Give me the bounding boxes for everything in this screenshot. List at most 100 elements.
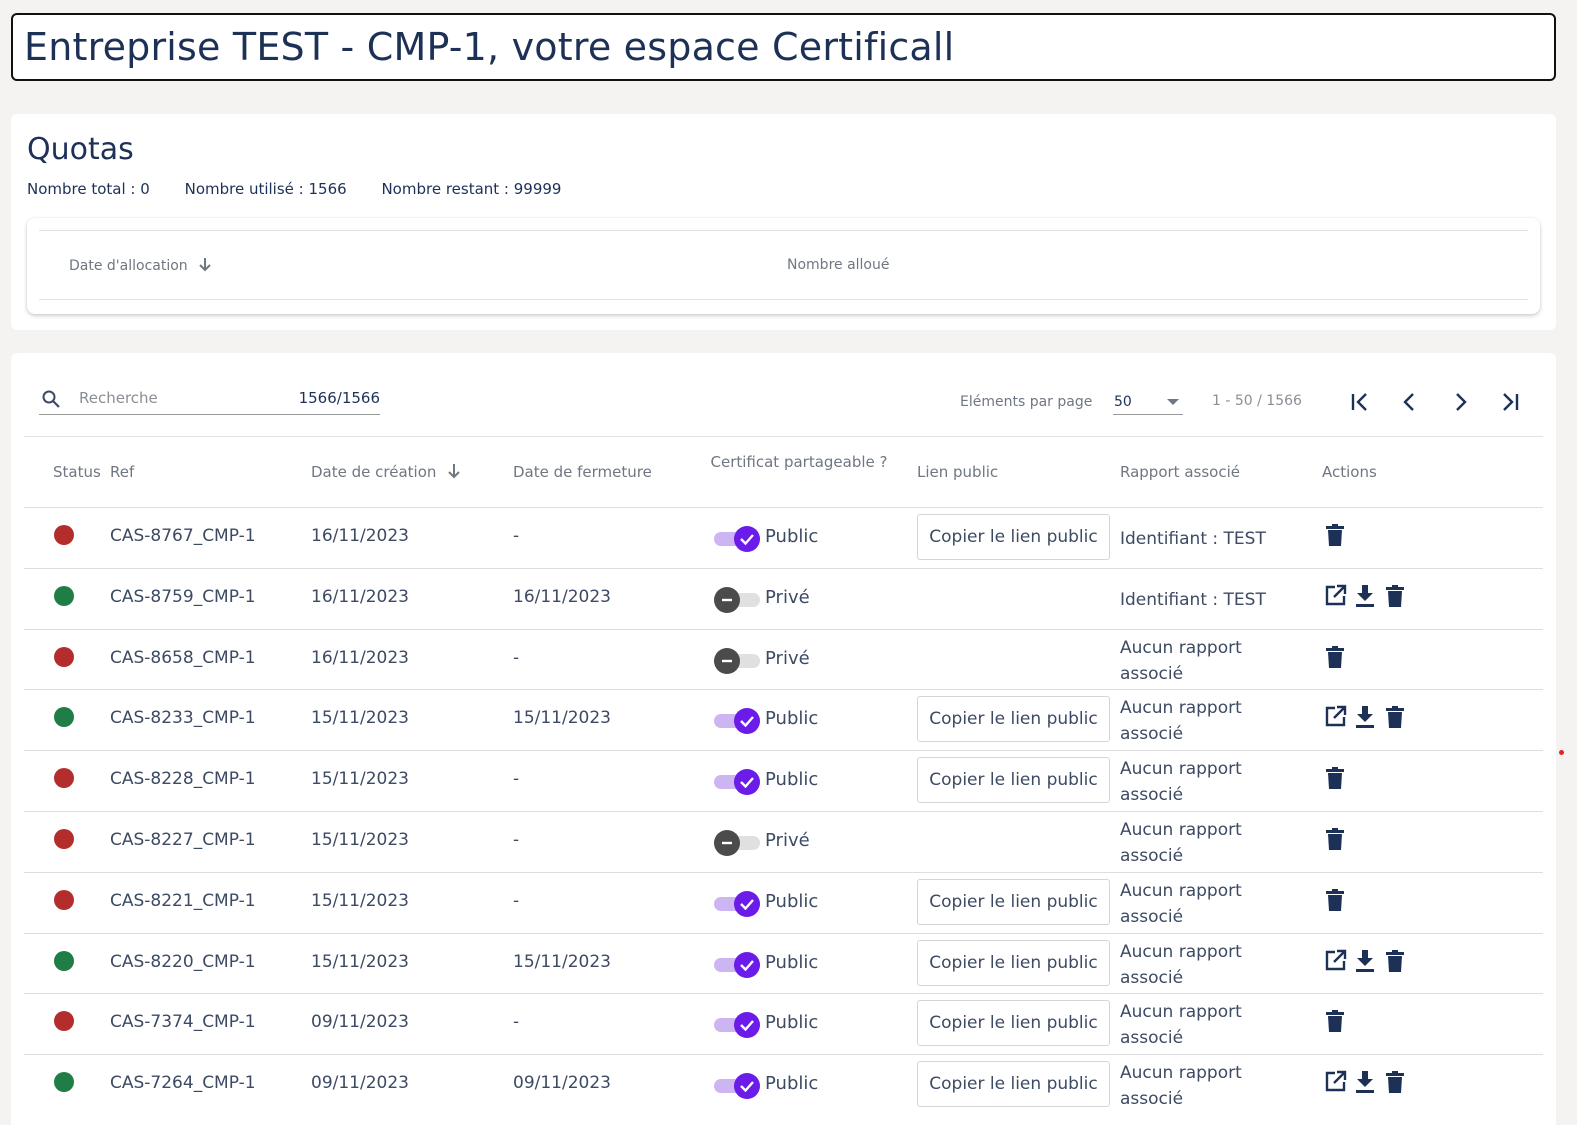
share-toggle[interactable] [714, 769, 760, 796]
open-in-new-icon[interactable] [1322, 948, 1348, 974]
share-status-label: Privé [765, 647, 810, 669]
date-creation-cell: 16/11/2023 [311, 647, 409, 668]
column-header-certificat-partageable[interactable]: Certificat partageable ? [709, 451, 889, 473]
ref-cell: CAS-8233_CMP-1 [110, 708, 256, 729]
download-icon[interactable] [1352, 948, 1378, 974]
trash-icon[interactable] [1322, 1008, 1348, 1034]
date-fermeture-cell: 15/11/2023 [513, 708, 611, 729]
copy-public-link-button[interactable]: Copier le lien public [917, 939, 1110, 986]
date-creation-cell: 15/11/2023 [311, 951, 409, 972]
date-fermeture-cell: - [513, 647, 520, 668]
table-row[interactable]: CAS-7374_CMP-1 09/11/2023 - Public Copier le… [24, 993, 1543, 1054]
trash-icon[interactable] [1322, 522, 1348, 548]
rapport-associe-cell: Aucun rapport associé [1120, 880, 1242, 927]
copy-public-link-button[interactable]: Copier le lien public [917, 757, 1110, 804]
table-row[interactable]: CAS-8767_CMP-1 16/11/2023 - Public Copier le… [24, 507, 1543, 568]
table-row[interactable]: CAS-8227_CMP-1 15/11/2023 - Privé Aucun rapp… [24, 811, 1543, 872]
share-status-label: Public [765, 526, 819, 547]
table-row[interactable]: CAS-7264_CMP-1 09/11/2023 09/11/2023 Public… [24, 1054, 1543, 1115]
trash-icon[interactable] [1322, 765, 1348, 791]
copy-public-link-button[interactable]: Copier le lien public [917, 514, 1110, 560]
download-icon[interactable] [1352, 704, 1378, 730]
trash-icon[interactable] [1322, 826, 1348, 852]
column-header-status: Status [53, 463, 101, 481]
trash-icon[interactable] [1382, 1069, 1408, 1095]
share-toggle[interactable] [714, 586, 760, 613]
quotas-stats: Nombre total : 0 Nombre utilisé : 1566 N… [27, 180, 591, 198]
copy-public-link-button[interactable]: Copier le lien public [917, 1000, 1110, 1047]
share-toggle[interactable] [714, 1073, 760, 1100]
items-per-page-value: 50 [1114, 394, 1132, 410]
table-row[interactable]: CAS-8233_CMP-1 15/11/2023 15/11/2023 Public… [24, 689, 1543, 750]
share-toggle[interactable] [714, 830, 760, 856]
status-dot [54, 829, 74, 849]
date-fermeture-cell: - [513, 1012, 520, 1033]
share-status-label: Privé [765, 830, 810, 851]
share-toggle[interactable] [714, 647, 760, 674]
column-header-date-allocation[interactable]: Date d'allocation [69, 257, 212, 274]
status-dot [54, 768, 74, 789]
open-in-new-icon[interactable] [1322, 1069, 1348, 1095]
rapport-associe-cell: Aucun rapport associé [1120, 941, 1242, 988]
date-creation-cell: 15/11/2023 [311, 708, 409, 729]
trash-icon[interactable] [1382, 583, 1408, 609]
date-creation-cell: 15/11/2023 [311, 769, 409, 790]
ref-cell: CAS-7264_CMP-1 [110, 1073, 256, 1094]
chevron-right-icon[interactable] [1447, 389, 1473, 415]
table-row[interactable]: CAS-8220_CMP-1 15/11/2023 15/11/2023 Public… [24, 932, 1543, 994]
status-dot [54, 707, 74, 728]
page-title: Entreprise TEST - CMP-1, votre espace Ce… [24, 25, 955, 69]
open-in-new-icon[interactable] [1322, 583, 1348, 609]
table-row[interactable]: CAS-8228_CMP-1 15/11/2023 - Public Copier le… [24, 750, 1543, 811]
trash-icon[interactable] [1382, 704, 1408, 730]
download-icon[interactable] [1352, 1069, 1378, 1095]
rapport-associe-cell: Identifiant : TEST [1120, 589, 1266, 610]
share-toggle[interactable] [714, 708, 760, 735]
ref-cell: CAS-8767_CMP-1 [110, 526, 256, 546]
column-header-date-creation-label: Date de création [311, 463, 437, 481]
items-per-page-select[interactable]: 50 [1113, 385, 1183, 415]
quotas-card: Quotas Nombre total : 0 Nombre utilisé :… [11, 114, 1556, 330]
rapport-associe-cell: Aucun rapport associé [1120, 698, 1242, 745]
status-dot [54, 1011, 74, 1032]
share-toggle[interactable] [714, 951, 760, 978]
copy-public-link-button[interactable]: Copier le lien public [917, 878, 1110, 925]
column-header-ref[interactable]: Ref [110, 463, 134, 481]
search-input[interactable] [79, 385, 299, 411]
search-icon [42, 390, 60, 408]
open-in-new-icon[interactable] [1322, 704, 1348, 730]
share-toggle[interactable] [714, 890, 760, 917]
trash-icon[interactable] [1382, 948, 1408, 974]
ref-cell: CAS-8227_CMP-1 [110, 830, 256, 850]
copy-public-link-button[interactable]: Copier le lien public [917, 696, 1110, 743]
date-creation-cell: 15/11/2023 [311, 890, 409, 911]
share-status-label: Public [765, 890, 819, 912]
certificates-card: 1566/1566 Eléments par page 50 1 - 50 / … [11, 353, 1556, 1125]
ref-cell: CAS-8221_CMP-1 [110, 890, 256, 911]
ref-cell: CAS-8658_CMP-1 [110, 647, 256, 668]
share-status-label: Privé [765, 586, 810, 608]
column-header-date-creation[interactable]: Date de création [311, 463, 461, 481]
column-header-nombre-alloue[interactable]: Nombre alloué [787, 257, 889, 273]
allocation-table-header: Date d'allocation Nombre alloué [39, 230, 1528, 300]
indicator-dot [1559, 750, 1564, 755]
quotas-title: Quotas [27, 132, 134, 167]
share-toggle[interactable] [714, 1012, 760, 1039]
column-header-date-fermeture[interactable]: Date de fermeture [513, 463, 652, 481]
chevron-left-icon[interactable] [1397, 389, 1423, 415]
share-toggle[interactable] [714, 526, 760, 552]
column-header-lien-public: Lien public [917, 463, 999, 481]
pagination-range: 1 - 50 / 1566 [1212, 393, 1302, 409]
table-row[interactable]: CAS-8658_CMP-1 16/11/2023 - Privé Aucun rapp… [24, 628, 1543, 690]
quota-remaining: Nombre restant : 99999 [381, 180, 562, 198]
first-page-icon[interactable] [1347, 389, 1373, 415]
table-row[interactable]: CAS-8221_CMP-1 15/11/2023 - Public Copier le… [24, 871, 1543, 933]
copy-public-link-button[interactable]: Copier le lien public [917, 1061, 1110, 1108]
trash-icon[interactable] [1322, 887, 1348, 913]
table-row[interactable]: CAS-8759_CMP-1 16/11/2023 16/11/2023 Privé I… [24, 567, 1543, 629]
arrow-down-icon [199, 258, 211, 272]
download-icon[interactable] [1352, 583, 1378, 609]
trash-icon[interactable] [1322, 644, 1348, 670]
ref-cell: CAS-8228_CMP-1 [110, 769, 256, 790]
last-page-icon[interactable] [1497, 389, 1523, 415]
